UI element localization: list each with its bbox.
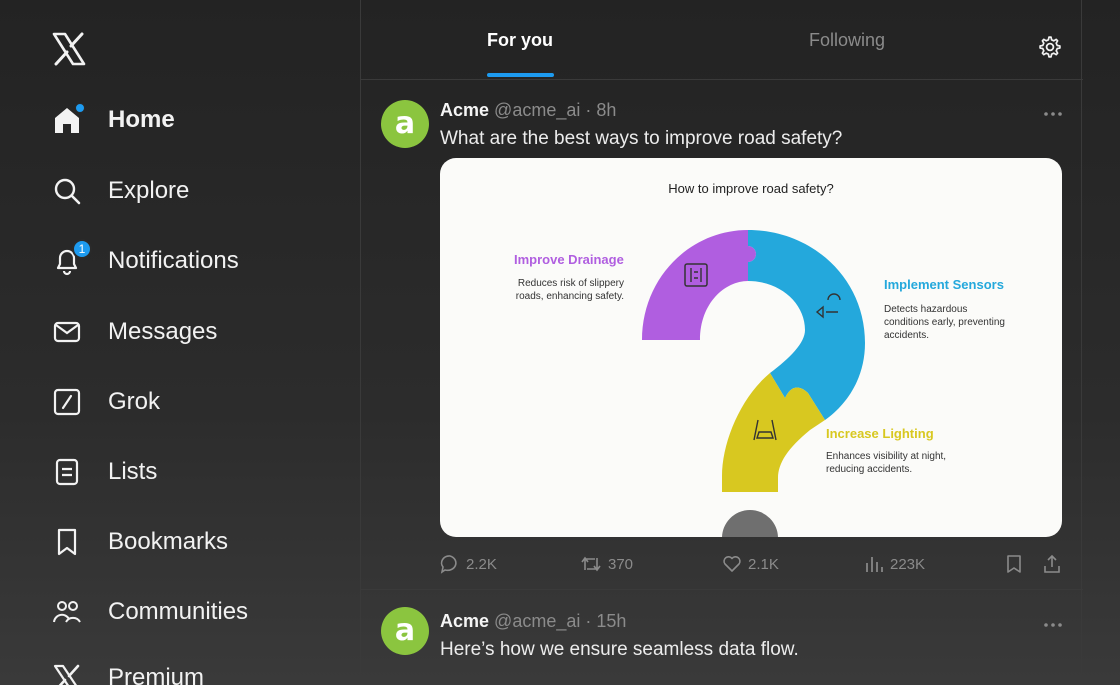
nav-explore-label: Explore <box>108 177 190 204</box>
nav-grok-label: Grok <box>108 388 161 415</box>
nav-lists-label: Lists <box>108 458 158 485</box>
like-button[interactable]: 2.1K <box>722 553 779 575</box>
home-icon <box>52 103 85 135</box>
post-actions: 2.2K 370 2.1K 223K <box>440 553 1062 575</box>
x-icon <box>52 663 82 685</box>
post-header: Acme @acme_ai · 15h <box>440 611 627 631</box>
repost-button[interactable]: 370 <box>580 553 633 575</box>
nav-notifications-label: Notifications <box>108 247 239 274</box>
analytics-icon <box>866 557 883 572</box>
grok-icon <box>52 387 82 417</box>
drainage-title: Improve Drainage <box>514 252 624 267</box>
nav-communities-label: Communities <box>108 598 249 625</box>
sensors-desc: Detects hazardous conditions early, preve… <box>884 304 1005 341</box>
nav-home[interactable]: Home <box>52 98 175 142</box>
post-time[interactable]: 8h <box>596 100 616 120</box>
bell-icon: 1 <box>52 239 92 276</box>
people-icon <box>52 597 82 627</box>
tab-following[interactable]: Following <box>761 0 933 80</box>
list-icon <box>52 457 82 487</box>
nav-notifications[interactable]: 1 Notifications <box>52 239 239 283</box>
active-tab-indicator <box>487 73 554 77</box>
avatar[interactable]: a <box>381 100 429 148</box>
view-count: 223K <box>890 555 926 573</box>
reply-count: 2.2K <box>466 555 497 573</box>
post[interactable]: a Acme @acme_ai · 15h Here’s how we ensu… <box>361 591 1083 685</box>
reply-button[interactable]: 2.2K <box>440 553 497 575</box>
drainage-desc: Reduces risk of slippery roads, enhancing… <box>515 278 624 302</box>
envelope-icon <box>52 317 82 347</box>
post-author-name[interactable]: Acme <box>440 100 489 120</box>
search-icon <box>52 176 82 206</box>
repost-icon <box>581 556 601 572</box>
question-mark-puzzle-graphic <box>642 230 865 492</box>
views-button[interactable]: 223K <box>864 553 925 575</box>
svg-text:a: a <box>395 106 415 141</box>
bookmark-icon <box>52 527 82 557</box>
tab-for-you[interactable]: For you <box>451 0 589 80</box>
notification-badge: 1 <box>72 239 92 259</box>
nav-lists[interactable]: Lists <box>52 450 157 494</box>
post-author-name[interactable]: Acme <box>440 611 489 631</box>
repost-count: 370 <box>608 555 634 573</box>
heart-icon <box>723 556 741 572</box>
more-options-icon[interactable] <box>1043 615 1063 627</box>
nav-messages[interactable]: Messages <box>52 310 217 354</box>
avatar[interactable]: a <box>381 607 429 655</box>
svg-text:a: a <box>395 613 415 648</box>
post-media-image[interactable]: How to improve road safety? Improve Drai… <box>440 158 1062 537</box>
feed-tabs: For you Following <box>361 0 1083 80</box>
bookmark-button[interactable] <box>1005 553 1029 575</box>
nav-bookmarks-label: Bookmarks <box>108 528 229 555</box>
nav-communities[interactable]: Communities <box>52 590 248 634</box>
nav-messages-label: Messages <box>108 318 218 345</box>
reply-icon <box>440 555 457 574</box>
sensors-title: Implement Sensors <box>884 277 1004 292</box>
post[interactable]: a Acme @acme_ai · 8h What are the best w… <box>361 80 1083 590</box>
post-text: What are the best ways to improve road s… <box>440 128 843 149</box>
share-icon <box>1044 554 1060 573</box>
post-header: Acme @acme_ai · 8h <box>440 100 617 120</box>
nav-premium-label: Premium <box>108 664 205 685</box>
new-dot <box>75 103 85 113</box>
gear-icon[interactable] <box>1038 35 1062 59</box>
nav-home-label: Home <box>108 106 175 133</box>
share-button[interactable] <box>1042 553 1068 575</box>
nav-grok[interactable]: Grok <box>52 380 160 424</box>
post-text: Here’s how we ensure seamless data flow. <box>440 639 799 660</box>
nav-explore[interactable]: Explore <box>52 169 189 213</box>
more-options-icon[interactable] <box>1043 104 1063 116</box>
post-handle[interactable]: @acme_ai <box>494 100 580 120</box>
bookmark-icon <box>1007 555 1021 573</box>
x-logo[interactable] <box>52 32 86 66</box>
nav-premium[interactable]: Premium <box>52 656 204 685</box>
lighting-title: Increase Lighting <box>826 426 934 441</box>
feed: For you Following a Acme @acme_ai · 8h W… <box>360 0 1083 685</box>
nav-bookmarks[interactable]: Bookmarks <box>52 520 228 564</box>
post-time[interactable]: 15h <box>596 611 626 631</box>
like-count: 2.1K <box>748 555 779 573</box>
sidebar: Home Explore 1 Notifications Messages Gr… <box>0 0 360 685</box>
lighting-desc: Enhances visibility at night, reducing ac… <box>826 451 947 475</box>
post-handle[interactable]: @acme_ai <box>494 611 580 631</box>
